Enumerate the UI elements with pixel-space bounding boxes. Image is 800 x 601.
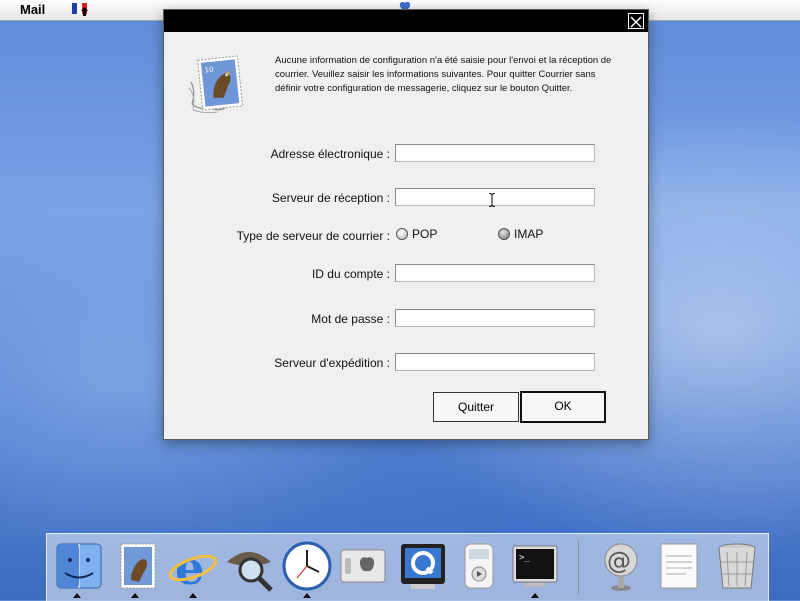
info-message: Aucune information de configuration n'a … — [275, 55, 612, 94]
mail-setup-dialog: 10 Aucune information de configuration n… — [163, 9, 649, 440]
finder-icon — [56, 543, 102, 589]
email-row: Adresse électronique : — [164, 144, 648, 166]
server-type-label: Type de serveur de courrier : — [236, 229, 390, 243]
system-preferences-icon — [340, 549, 386, 583]
incoming-server-field[interactable] — [395, 188, 595, 206]
email-label: Adresse électronique : — [270, 147, 390, 161]
account-id-field[interactable] — [395, 264, 595, 282]
running-indicator — [73, 593, 81, 598]
password-field[interactable] — [395, 309, 595, 327]
dock-finder[interactable] — [53, 540, 105, 592]
quit-button[interactable]: Quitter — [433, 392, 519, 422]
text-cursor-icon — [489, 193, 495, 207]
quicktime-icon — [401, 544, 445, 589]
sherlock-icon — [227, 552, 273, 592]
internet-explorer-icon: e — [168, 541, 218, 595]
svg-text:e: e — [175, 541, 204, 592]
dock-sherlock[interactable] — [223, 540, 275, 592]
account-id-label: ID du compte : — [311, 267, 390, 281]
email-field[interactable] — [395, 144, 595, 162]
terminal-icon: >_ — [512, 545, 558, 587]
dock-terminal[interactable]: >_ — [509, 540, 561, 592]
dock-mail[interactable] — [111, 540, 163, 592]
password-label: Mot de passe : — [311, 312, 390, 326]
dock-quicktime[interactable] — [397, 540, 449, 592]
app-menu-mail[interactable]: Mail — [20, 2, 45, 17]
imap-label[interactable]: IMAP — [514, 227, 543, 241]
running-indicator — [303, 593, 311, 598]
outgoing-server-label: Serveur d'expédition : — [274, 356, 390, 370]
running-indicator — [531, 593, 539, 598]
dock-read-me[interactable] — [653, 540, 705, 592]
imap-radio[interactable] — [498, 228, 510, 240]
clock-icon — [282, 541, 332, 591]
pop-label[interactable]: POP — [412, 227, 437, 241]
mail-icon — [120, 543, 156, 589]
read-me-icon — [660, 543, 698, 589]
incoming-server-label: Serveur de réception : — [271, 191, 390, 205]
pop-radio[interactable] — [396, 228, 408, 240]
dock: e >_ @ — [46, 533, 769, 601]
mail-stamp-icon: 10 — [188, 55, 244, 114]
trash-icon — [718, 543, 756, 589]
running-indicator — [189, 593, 197, 598]
outgoing-server-row: Serveur d'expédition : — [164, 353, 648, 375]
dock-clock[interactable] — [281, 540, 333, 592]
dialog-titlebar[interactable] — [164, 10, 648, 32]
ok-button[interactable]: OK — [520, 391, 606, 423]
close-button[interactable] — [628, 13, 644, 29]
password-row: Mot de passe : — [164, 309, 648, 331]
dock-separator — [578, 540, 579, 594]
dock-at-sign[interactable]: @ — [595, 540, 647, 592]
server-type-row: Type de serveur de courrier : POP IMAP — [164, 226, 648, 248]
language-flag-icon[interactable] — [72, 3, 88, 16]
itunes-icon — [464, 543, 494, 589]
at-sign-icon: @ — [604, 543, 638, 591]
account-id-row: ID du compte : — [164, 264, 648, 286]
dock-internet-explorer[interactable]: e — [167, 540, 219, 595]
svg-text:@: @ — [607, 547, 631, 575]
svg-text:>_: >_ — [519, 553, 530, 563]
incoming-server-row: Serveur de réception : — [164, 188, 648, 210]
outgoing-server-field[interactable] — [395, 353, 595, 371]
close-icon — [630, 16, 642, 28]
dock-itunes[interactable] — [453, 540, 505, 592]
dock-trash[interactable] — [711, 540, 763, 592]
dock-system-preferences[interactable] — [337, 540, 389, 592]
running-indicator — [131, 593, 139, 598]
svg-text:10: 10 — [204, 66, 214, 75]
